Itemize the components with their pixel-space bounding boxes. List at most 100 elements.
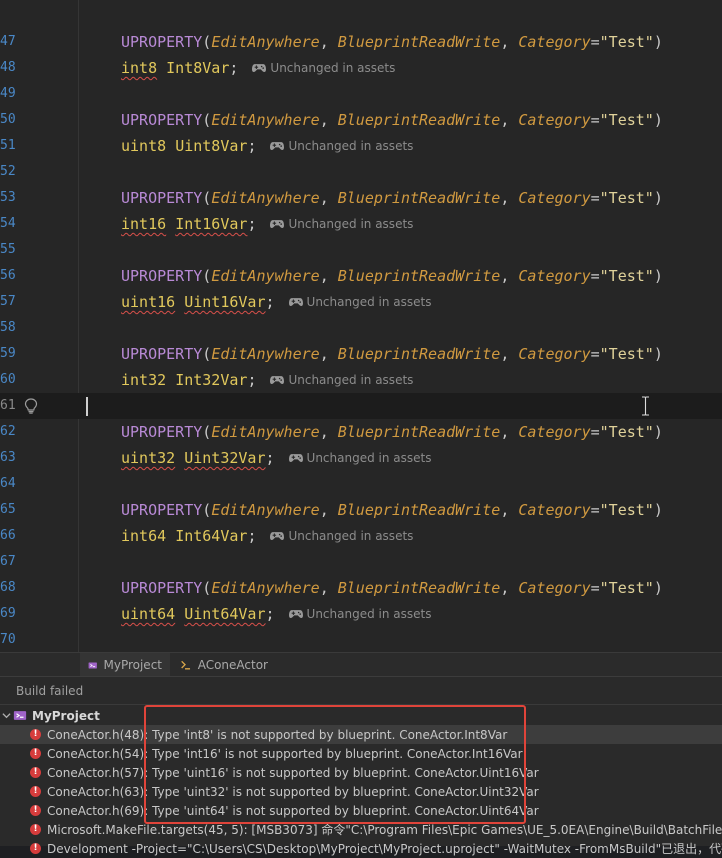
chevron-down-icon[interactable]: [2, 711, 11, 720]
equals: =: [590, 579, 600, 597]
error-message: ConeActor.h(69): Type 'uint64' is not su…: [47, 803, 539, 818]
tab-aconeactor[interactable]: AConeActor: [172, 653, 276, 677]
error-icon: [30, 748, 41, 759]
blueprint-usage-hint[interactable]: Unchanged in assets: [270, 523, 413, 549]
paren-close: ): [653, 501, 663, 519]
variable-declaration[interactable]: int32 Int32Var; Unchanged in assets: [121, 367, 413, 394]
variable-name: Int64Var: [175, 527, 248, 545]
variable-declaration[interactable]: uint64 Uint64Var; Unchanged in assets: [121, 601, 431, 628]
tab-myproject[interactable]: MyProject: [80, 653, 170, 677]
blueprint-usage-hint[interactable]: Unchanged in assets: [288, 445, 432, 471]
blueprint-usage-hint[interactable]: Unchanged in assets: [288, 289, 431, 315]
code-line[interactable]: 67: [0, 549, 722, 575]
blueprint-usage-hint[interactable]: Unchanged in assets: [270, 367, 413, 393]
code-line[interactable]: 68 UPROPERTY(EditAnywhere, BlueprintReadW…: [0, 575, 722, 601]
code-line[interactable]: 48 int8 Int8Var; Unchanged in assets: [0, 55, 722, 81]
variable-declaration[interactable]: uint32 Uint32Var; Unchanged in assets: [121, 445, 431, 472]
build-error-row[interactable]: ConeActor.h(63): Type 'uint32' is not su…: [0, 782, 722, 801]
line-number: 48: [0, 60, 16, 75]
paren-close: ): [653, 189, 663, 207]
build-error-row[interactable]: Microsoft.MakeFile.targets(45, 5): [MSB3…: [0, 820, 722, 839]
uproperty-macro[interactable]: UPROPERTY(EditAnywhere, BlueprintReadWri…: [121, 575, 663, 601]
code-line[interactable]: 53 UPROPERTY(EditAnywhere, BlueprintReadW…: [0, 185, 722, 211]
comma: ,: [319, 111, 338, 129]
code-line[interactable]: 58: [0, 315, 722, 341]
variable-declaration[interactable]: int8 Int8Var; Unchanged in assets: [121, 55, 395, 82]
build-error-row[interactable]: ConeActor.h(54): Type 'int16' is not sup…: [0, 744, 722, 763]
code-line[interactable]: 47 UPROPERTY(EditAnywhere, BlueprintReadW…: [0, 29, 722, 55]
comma: ,: [319, 33, 338, 51]
hint-text: Unchanged in assets: [288, 372, 414, 387]
equals: =: [590, 423, 600, 441]
build-error-row[interactable]: ConeActor.h(57): Type 'uint16' is not su…: [0, 763, 722, 782]
error-icon: [30, 805, 41, 816]
code-line[interactable]: 59 UPROPERTY(EditAnywhere, BlueprintReadW…: [0, 341, 722, 367]
category-value: "Test": [599, 423, 654, 441]
blueprint-usage-hint[interactable]: Unchanged in assets: [270, 133, 413, 159]
variable-declaration[interactable]: int16 Int16Var; Unchanged in assets: [121, 211, 413, 238]
build-error-row[interactable]: Development -Project="C:\Users\CS\Deskto…: [0, 839, 722, 858]
blueprint-usage-hint[interactable]: Unchanged in assets: [252, 55, 395, 81]
code-line[interactable]: 60 int32 Int32Var; Unchanged in assets: [0, 367, 722, 393]
gamepad-icon: [270, 375, 285, 384]
macro-name: UPROPERTY: [121, 189, 203, 207]
uproperty-macro[interactable]: UPROPERTY(EditAnywhere, BlueprintReadWri…: [121, 419, 663, 445]
code-line[interactable]: 66 int64 Int64Var; Unchanged in assets: [0, 523, 722, 549]
specifier-category: Category: [518, 111, 591, 129]
error-message: Development -Project="C:\Users\CS\Deskto…: [47, 842, 722, 856]
uproperty-macro[interactable]: UPROPERTY(EditAnywhere, BlueprintReadWri…: [121, 107, 663, 133]
uproperty-macro[interactable]: UPROPERTY(EditAnywhere, BlueprintReadWri…: [121, 341, 663, 367]
type-name: uint32: [121, 449, 176, 467]
code-line[interactable]: 65 UPROPERTY(EditAnywhere, BlueprintReadW…: [0, 497, 722, 523]
error-message: Microsoft.MakeFile.targets(45, 5): [MSB3…: [47, 823, 722, 837]
code-line[interactable]: 50 UPROPERTY(EditAnywhere, BlueprintReadW…: [0, 107, 722, 133]
code-line[interactable]: 52: [0, 159, 722, 185]
variable-declaration[interactable]: uint8 Uint8Var; Unchanged in assets: [121, 133, 413, 160]
code-line[interactable]: 61: [0, 393, 722, 419]
equals: =: [590, 267, 600, 285]
code-line[interactable]: 70: [0, 627, 722, 652]
error-icon: [30, 786, 41, 797]
gamepad-icon: [288, 609, 303, 618]
code-editor[interactable]: 47 UPROPERTY(EditAnywhere, BlueprintReadW…: [0, 0, 722, 652]
comma: ,: [319, 423, 338, 441]
line-number: 59: [0, 346, 16, 361]
specifier-category: Category: [518, 501, 591, 519]
code-line[interactable]: 69 uint64 Uint64Var; Unchanged in assets: [0, 601, 722, 627]
code-line[interactable]: 56 UPROPERTY(EditAnywhere, BlueprintReadW…: [0, 263, 722, 289]
hint-text: Unchanged in assets: [306, 450, 432, 465]
code-line[interactable]: 49: [0, 81, 722, 107]
variable-name: Uint32Var: [184, 449, 266, 467]
build-error-row[interactable]: ConeActor.h(69): Type 'uint64' is not su…: [0, 801, 722, 820]
build-project-row[interactable]: MyProject: [0, 706, 722, 725]
blueprint-usage-hint[interactable]: Unchanged in assets: [270, 211, 413, 237]
code-line[interactable]: 62 UPROPERTY(EditAnywhere, BlueprintReadW…: [0, 419, 722, 445]
line-number: 65: [0, 502, 16, 517]
blueprint-usage-hint[interactable]: Unchanged in assets: [288, 601, 431, 627]
paren-open: (: [202, 111, 212, 129]
line-number: 51: [0, 138, 16, 153]
code-line[interactable]: 57 uint16 Uint16Var; Unchanged in assets: [0, 289, 722, 315]
paren-open: (: [202, 423, 212, 441]
type-name: uint8: [121, 137, 167, 155]
build-error-row[interactable]: ConeActor.h(48): Type 'int8' is not supp…: [0, 725, 722, 744]
equals: =: [590, 111, 600, 129]
specifier-category: Category: [518, 579, 591, 597]
variable-declaration[interactable]: int64 Int64Var; Unchanged in assets: [121, 523, 413, 550]
lightbulb-icon[interactable]: [24, 398, 38, 414]
code-line[interactable]: 64: [0, 471, 722, 497]
code-line[interactable]: 55: [0, 237, 722, 263]
specifier-blueprint-read-write: BlueprintReadWrite: [337, 111, 501, 129]
uproperty-macro[interactable]: UPROPERTY(EditAnywhere, BlueprintReadWri…: [121, 185, 663, 211]
uproperty-macro[interactable]: UPROPERTY(EditAnywhere, BlueprintReadWri…: [121, 497, 663, 523]
specifier-blueprint-read-write: BlueprintReadWrite: [337, 345, 501, 363]
code-line[interactable]: 54 int16 Int16Var; Unchanged in assets: [0, 211, 722, 237]
uproperty-macro[interactable]: UPROPERTY(EditAnywhere, BlueprintReadWri…: [121, 263, 663, 289]
code-line[interactable]: 51 uint8 Uint8Var; Unchanged in assets: [0, 133, 722, 159]
uproperty-macro[interactable]: UPROPERTY(EditAnywhere, BlueprintReadWri…: [121, 29, 663, 55]
hint-text: Unchanged in assets: [270, 60, 396, 75]
code-line[interactable]: 63 uint32 Uint32Var; Unchanged in assets: [0, 445, 722, 471]
paren-open: (: [202, 501, 212, 519]
paren-open: (: [202, 189, 212, 207]
variable-declaration[interactable]: uint16 Uint16Var; Unchanged in assets: [121, 289, 431, 316]
